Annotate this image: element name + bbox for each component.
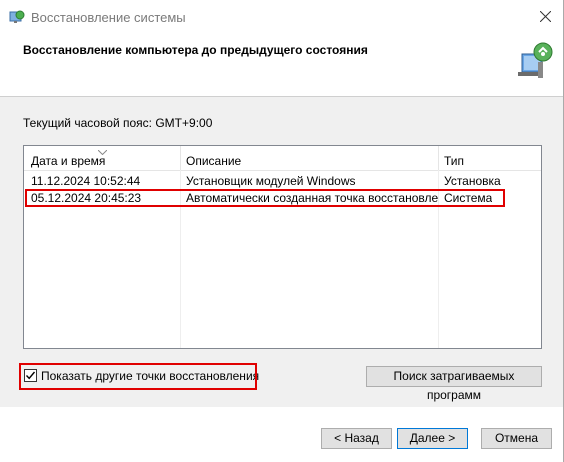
list-header: Дата и время Описание Тип [24, 146, 541, 171]
system-restore-dialog: Восстановление системы Восстановление ко… [0, 0, 564, 462]
back-button[interactable]: < Назад [321, 428, 392, 449]
column-header-type[interactable]: Тип [444, 154, 464, 168]
next-button[interactable]: Далее > [397, 428, 468, 449]
title-bar: Восстановление системы [0, 0, 563, 36]
page-title: Восстановление компьютера до предыдущего… [23, 43, 368, 57]
close-icon [539, 10, 551, 22]
restore-points-list[interactable]: Дата и время Описание Тип 11.12.2024 10:… [23, 145, 542, 349]
column-divider[interactable] [438, 146, 439, 170]
column-divider[interactable] [180, 146, 181, 170]
highlight-box-restore-point [25, 189, 505, 207]
close-button[interactable] [527, 0, 563, 32]
cancel-button[interactable]: Отмена [481, 428, 552, 449]
cell-description: Установщик модулей Windows [186, 174, 356, 188]
wizard-body: Текущий часовой пояс: GMT+9:00 Дата и вр… [0, 97, 563, 407]
restore-computer-icon [512, 40, 556, 84]
cell-date: 11.12.2024 10:52:44 [31, 174, 141, 188]
highlight-box-checkbox [19, 363, 257, 390]
cell-type: Установка [444, 174, 501, 188]
window-title: Восстановление системы [31, 10, 186, 25]
wizard-header: Восстановление компьютера до предыдущего… [0, 36, 563, 96]
scan-affected-programs-button[interactable]: Поиск затрагиваемых программ [366, 366, 542, 402]
table-row[interactable]: 11.12.2024 10:52:44 Установщик модулей W… [24, 172, 541, 189]
system-restore-icon [9, 9, 25, 25]
timezone-label: Текущий часовой пояс: GMT+9:00 [23, 116, 213, 130]
column-header-date[interactable]: Дата и время [31, 154, 105, 168]
column-header-description[interactable]: Описание [186, 154, 241, 168]
sort-chevron-down-icon [97, 146, 108, 158]
